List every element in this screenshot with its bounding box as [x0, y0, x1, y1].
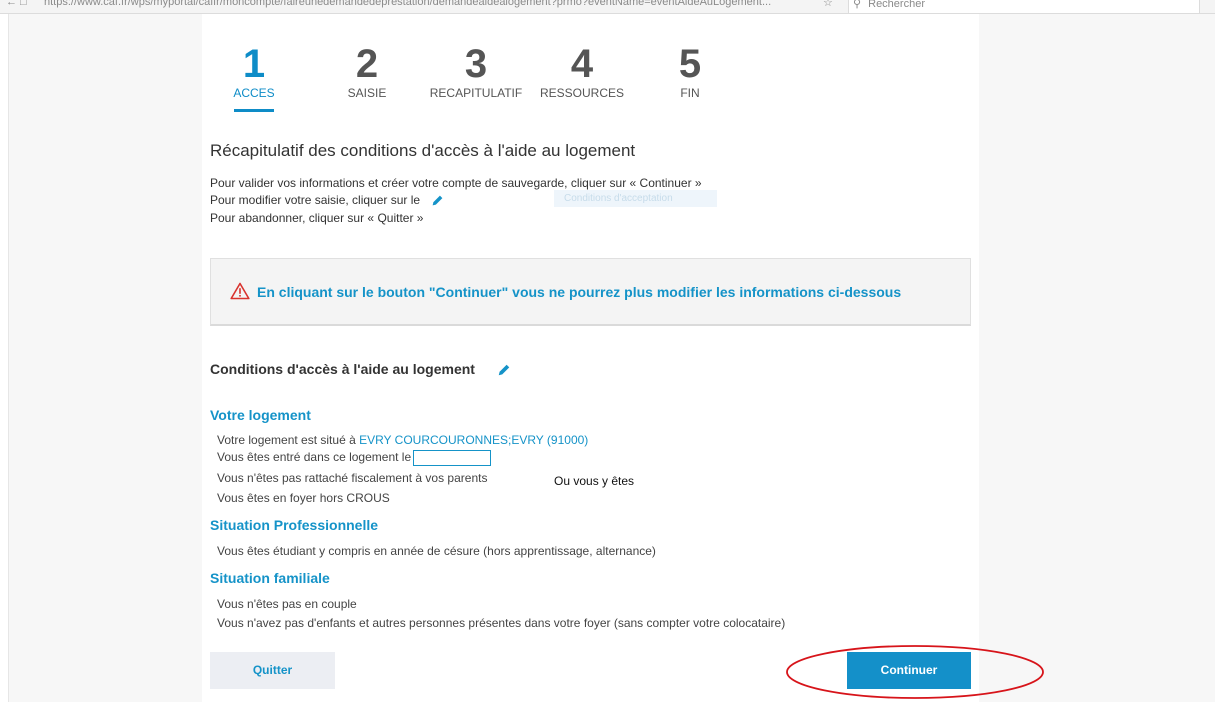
conditions-title-text: Conditions d'accès à l'aide au logement [210, 361, 475, 377]
logement-foyer: Vous êtes en foyer hors CROUS [217, 491, 390, 505]
intro-quit: Pour abandonner, cliquer sur « Quitter » [210, 211, 424, 225]
step-number: 5 [678, 42, 702, 86]
active-step-indicator [234, 109, 274, 112]
intro-modify: Pour modifier votre saisie, cliquer sur … [210, 193, 444, 207]
step-label: RESSOURCES [539, 86, 625, 100]
warning-icon [230, 282, 250, 300]
browser-toolbar: ← □ https://www.caf.fr/wps/myportal/caff… [0, 0, 1215, 14]
step-number: 2 [355, 42, 379, 86]
location-value: EVRY COURCOURONNES;EVRY (91000) [359, 433, 589, 447]
page-background-right [979, 14, 1215, 702]
back-arrow-icon[interactable]: ← □ [6, 0, 27, 8]
logement-entry: Vous êtes entré dans ce logement le [217, 450, 492, 466]
step-fin[interactable]: 5 FIN [668, 44, 712, 100]
continue-button[interactable]: Continuer [847, 652, 971, 689]
pro-text: Vous êtes étudiant y compris en année de… [217, 544, 656, 558]
logement-location: Votre logement est situé à EVRY COURCOUR… [217, 433, 588, 447]
search-placeholder: Rechercher [868, 0, 925, 10]
page-title: Récapitulatif des conditions d'accès à l… [210, 141, 636, 160]
step-label: RECAPITULATIF [429, 86, 523, 100]
step-recapitulatif[interactable]: 3 RECAPITULATIF [424, 44, 528, 100]
location-prefix: Votre logement est situé à [217, 433, 360, 447]
famille-title: Situation familiale [210, 570, 330, 586]
quit-button[interactable]: Quitter [210, 652, 335, 689]
step-number: 4 [570, 42, 594, 86]
famille-enfants: Vous n'avez pas d'enfants et autres pers… [217, 616, 786, 630]
pencil-icon[interactable] [431, 194, 444, 207]
famille-couple: Vous n'êtes pas en couple [217, 597, 357, 611]
browser-search-field[interactable]: ⚲ Rechercher [848, 0, 1200, 13]
address-bar-url[interactable]: https://www.caf.fr/wps/myportal/caffr/mo… [44, 0, 819, 8]
edit-conditions-icon[interactable] [497, 363, 511, 377]
bookmark-icon[interactable]: ☆ [823, 0, 833, 9]
logement-title: Votre logement [210, 407, 311, 423]
entry-date-field[interactable] [413, 450, 492, 466]
page-background-left [9, 14, 202, 702]
step-label: FIN [680, 86, 700, 100]
pro-title: Situation Professionnelle [210, 517, 379, 533]
warning-text: En cliquant sur le bouton "Continuer" vo… [257, 284, 902, 300]
step-saisie[interactable]: 2 SAISIE [332, 44, 402, 100]
entry-text: Vous êtes entré dans ce logement le [217, 450, 412, 465]
intro-modify-text: Pour modifier votre saisie, cliquer sur … [210, 193, 421, 207]
intro-validate: Pour valider vos informations et créer v… [210, 176, 702, 190]
warning-banner: En cliquant sur le bouton "Continuer" vo… [210, 258, 971, 326]
conditions-title: Conditions d'accès à l'aide au logement [210, 361, 511, 377]
logement-fiscal: Vous n'êtes pas rattaché fiscalement à v… [217, 471, 488, 485]
step-label: SAISIE [347, 86, 387, 100]
annotation-note: Ou vous y êtes [554, 474, 635, 488]
step-number: 1 [242, 42, 266, 86]
search-icon: ⚲ [853, 0, 862, 10]
step-ressources[interactable]: 4 RESSOURCES [536, 44, 628, 100]
step-number: 3 [464, 42, 488, 86]
step-acces[interactable]: 1 ACCES [232, 44, 276, 100]
ghost-badge: Conditions d'acceptation [554, 190, 717, 207]
step-label: ACCES [233, 86, 275, 100]
form-card: 1 ACCES 2 SAISIE 3 RECAPITULATIF 4 RESSO… [202, 30, 979, 702]
